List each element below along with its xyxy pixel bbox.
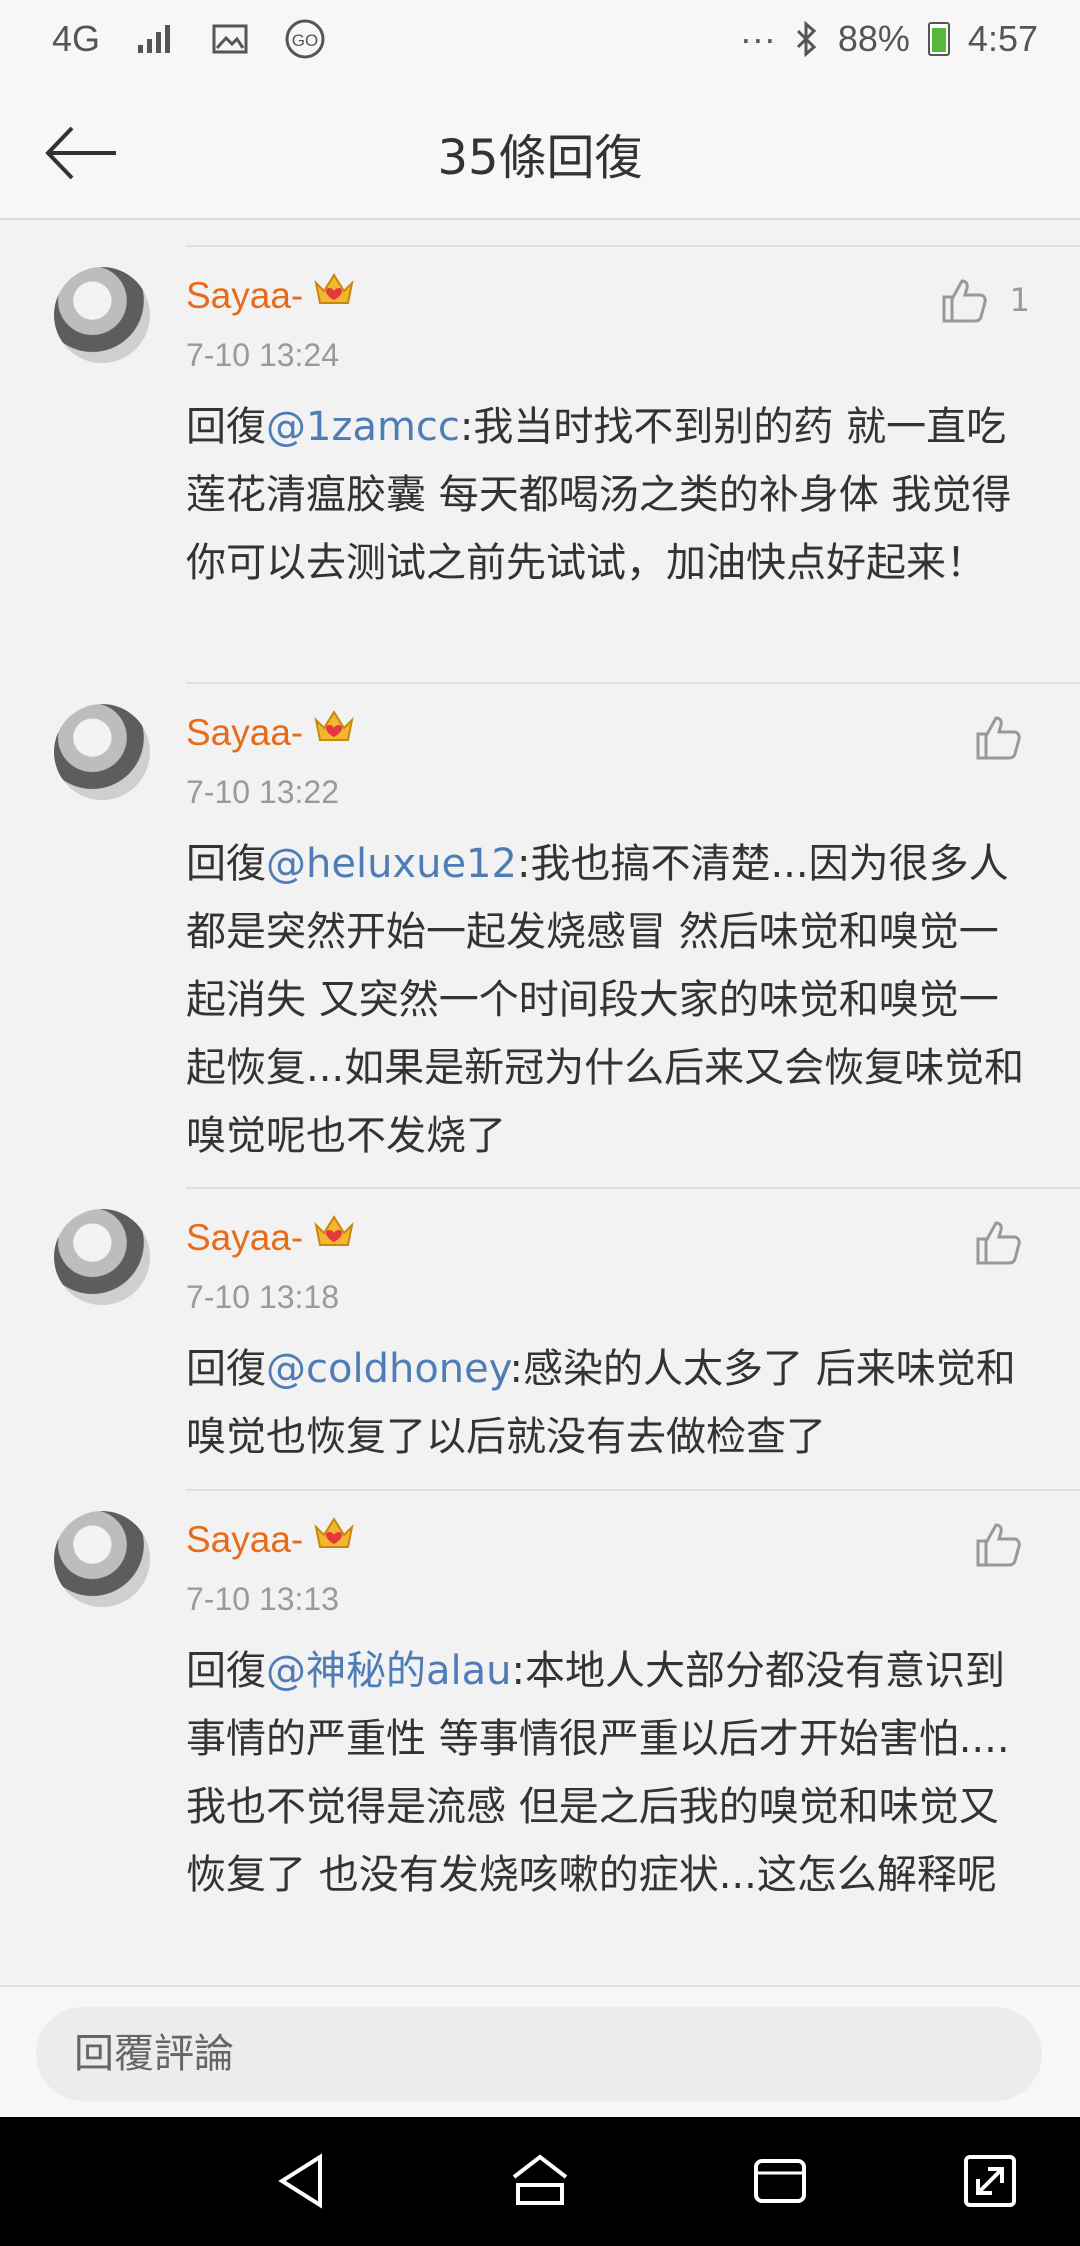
avatar[interactable] <box>54 704 150 800</box>
reply-text: 回復@heluxue12:我也搞不清楚...因为很多人都是突然开始一起发烧感冒 … <box>186 830 1036 1170</box>
thumbs-up-icon[interactable] <box>972 1217 1024 1269</box>
thumbs-up-icon[interactable] <box>972 712 1024 764</box>
reply-input-bar: 回覆評論 <box>0 1985 1080 2119</box>
reply-item[interactable]: Sayaa- 7-10 13:22 回復@heluxue12:我也搞不清楚...… <box>0 682 1080 1189</box>
home-icon[interactable] <box>508 2149 572 2213</box>
svg-text:GO: GO <box>292 31 318 50</box>
avatar[interactable] <box>54 1511 150 1607</box>
mention-link[interactable]: @heluxue12 <box>266 841 517 887</box>
page-title: 35條回復 <box>437 130 643 186</box>
back-icon[interactable] <box>270 2149 334 2213</box>
clock: 4:57 <box>967 18 1038 59</box>
timestamp: 7-10 13:24 <box>186 337 340 373</box>
crown-badge-icon <box>314 1215 354 1246</box>
mention-link[interactable]: @1zamcc <box>266 404 460 450</box>
reply-input[interactable]: 回覆評論 <box>36 2007 1042 2101</box>
signal-icon <box>138 25 171 53</box>
avatar[interactable] <box>54 267 150 363</box>
reply-prefix: 回復 <box>186 404 266 450</box>
bluetooth-icon <box>796 21 817 57</box>
status-bar: 4G GO ··· 88% 4:57 <box>0 0 1080 88</box>
reply-item[interactable]: Sayaa- 7-10 13:24 1 回復@1zamcc:我当时找不到别的药 … <box>0 245 1080 684</box>
mention-link[interactable]: @coldhoney <box>266 1346 510 1392</box>
mention-link[interactable]: @神秘的alau <box>266 1648 512 1694</box>
timestamp: 7-10 13:13 <box>186 1581 340 1617</box>
timestamp: 7-10 13:22 <box>186 774 340 810</box>
system-navigation-bar <box>0 2117 1080 2246</box>
timestamp: 7-10 13:18 <box>186 1279 340 1315</box>
expand-icon[interactable] <box>958 2149 1022 2213</box>
reply-prefix: 回復 <box>186 841 266 887</box>
battery-percent: 88% <box>837 18 910 59</box>
reply-item[interactable]: Sayaa- 7-10 13:18 回復@coldhoney:感染的人太多了 后… <box>0 1187 1080 1491</box>
reply-text: 回復@coldhoney:感染的人太多了 后来味觉和嗅觉也恢复了以后就没有去做检… <box>186 1335 1036 1471</box>
reply-prefix: 回復 <box>186 1648 266 1694</box>
crown-badge-icon <box>314 1517 354 1548</box>
thumbs-up-icon[interactable] <box>972 1519 1024 1571</box>
recent-apps-icon[interactable] <box>748 2149 812 2213</box>
reply-content: :我也搞不清楚...因为很多人都是突然开始一起发烧感冒 然后味觉和嗅觉一起消失 … <box>186 841 1025 1159</box>
username[interactable]: Sayaa- <box>186 1519 303 1561</box>
battery-icon <box>927 22 950 56</box>
reply-prefix: 回復 <box>186 1346 266 1392</box>
reply-item[interactable]: Sayaa- 7-10 13:13 回復@神秘的alau:本地人大部分都没有意识… <box>0 1489 1080 1985</box>
username[interactable]: Sayaa- <box>186 275 303 317</box>
crown-badge-icon <box>314 710 354 741</box>
go-app-icon: GO <box>285 19 325 59</box>
like-count: 1 <box>1009 281 1030 319</box>
reply-text: 回復@神秘的alau:本地人大部分都没有意识到事情的严重性 等事情很严重以后才开… <box>186 1637 1036 1909</box>
image-icon <box>212 24 248 54</box>
crown-badge-icon <box>314 273 354 304</box>
network-type: 4G <box>52 18 101 59</box>
header: 35條回復 <box>0 88 1080 220</box>
username[interactable]: Sayaa- <box>186 1217 303 1259</box>
more-indicator: ··· <box>739 18 776 59</box>
thumbs-up-icon[interactable] <box>938 275 990 327</box>
reply-text: 回復@1zamcc:我当时找不到别的药 就一直吃莲花清瘟胶囊 每天都喝汤之类的补… <box>186 393 1036 597</box>
username[interactable]: Sayaa- <box>186 712 303 754</box>
avatar[interactable] <box>54 1209 150 1305</box>
